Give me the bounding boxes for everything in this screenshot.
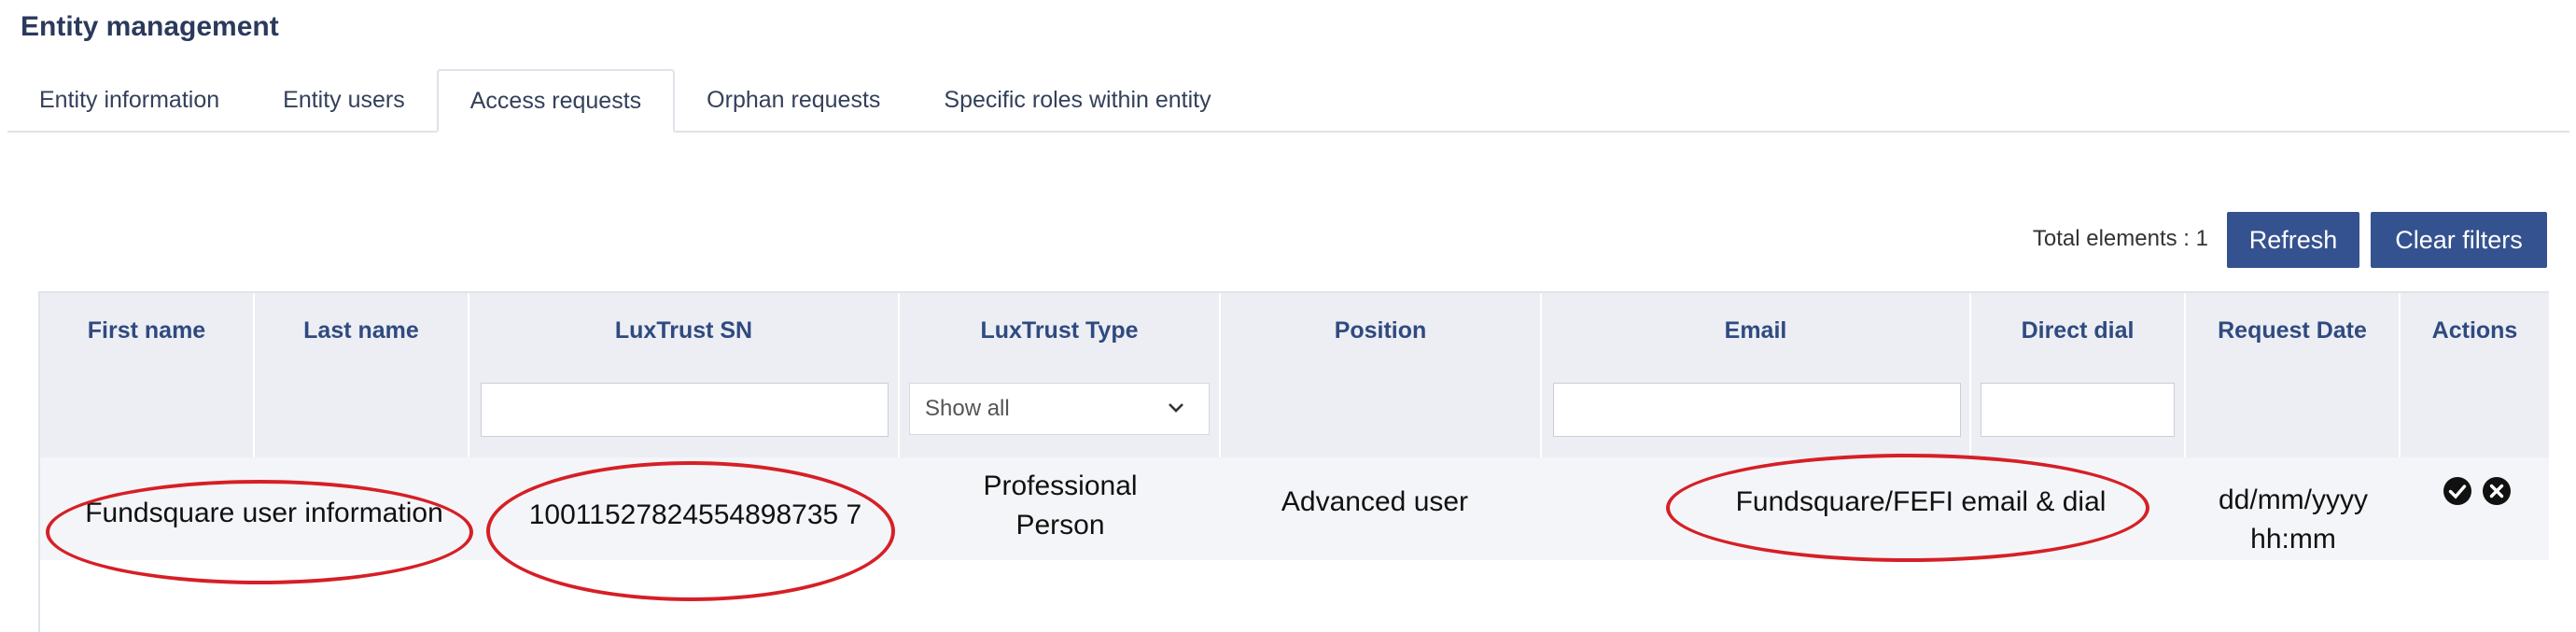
email-filter-input[interactable] (1553, 383, 1961, 437)
column-header[interactable]: Direct dial (1971, 317, 2184, 344)
request-date-line: hh:mm (2250, 524, 2336, 555)
column-header[interactable]: First name (40, 317, 253, 344)
check-circle-icon[interactable] (2443, 476, 2472, 506)
luxtrust-type-line: Professional (983, 470, 1138, 501)
column-header[interactable]: Position (1221, 317, 1540, 344)
luxtrust-type-cell: Professional Person (900, 467, 1221, 545)
col-request-date: Request Date (2186, 293, 2401, 459)
luxtrust-sn-filter-input[interactable] (481, 383, 889, 437)
page-title: Entity management (21, 11, 279, 42)
column-header[interactable]: Request Date (2186, 317, 2399, 344)
col-first-name: First name (40, 293, 255, 459)
select-value: Show all (925, 396, 1010, 421)
col-luxtrust-type: LuxTrust Type Show all (900, 293, 1221, 459)
tab-access-requests[interactable]: Access requests (436, 69, 676, 133)
table-row-empty (40, 560, 2549, 632)
col-luxtrust-sn: LuxTrust SN (469, 293, 900, 459)
position-cell: Advanced user (1281, 486, 1469, 517)
annotation-ellipse (486, 461, 895, 601)
access-requests-table: First name Last name LuxTrust SN LuxTrus… (38, 291, 2549, 632)
column-header[interactable]: Email (1542, 317, 1969, 344)
tab-specific-roles[interactable]: Specific roles within entity (912, 69, 1242, 131)
refresh-button[interactable]: Refresh (2227, 212, 2359, 268)
total-elements-label: Total elements : 1 (2032, 226, 2208, 251)
tab-entity-users[interactable]: Entity users (251, 69, 437, 131)
luxtrust-type-filter-select[interactable]: Show all (909, 383, 1210, 435)
request-date-line: dd/mm/yyyy (2218, 485, 2369, 515)
col-position: Position (1221, 293, 1542, 459)
tab-orphan-requests[interactable]: Orphan requests (675, 69, 912, 131)
request-date-cell: dd/mm/yyyy hh:mm (2186, 481, 2401, 559)
tab-bar: Entity information Entity users Access r… (7, 69, 2569, 133)
column-header: Actions (2431, 317, 2518, 344)
chevron-down-icon (1169, 403, 1183, 413)
annotation-ellipse (1666, 454, 2149, 562)
column-header[interactable]: Last name (255, 317, 468, 344)
annotation-ellipse (46, 480, 473, 584)
col-actions: Actions (2401, 293, 2549, 459)
col-last-name: Last name (255, 293, 469, 459)
tab-entity-information[interactable]: Entity information (7, 69, 251, 131)
col-direct-dial: Direct dial (1971, 293, 2186, 459)
column-header[interactable]: LuxTrust Type (900, 317, 1219, 344)
clear-filters-button[interactable]: Clear filters (2371, 212, 2547, 268)
table-header: First name Last name LuxTrust SN LuxTrus… (40, 291, 2549, 459)
luxtrust-type-line: Person (1015, 510, 1105, 541)
direct-dial-filter-input[interactable] (1981, 383, 2175, 437)
x-circle-icon[interactable] (2482, 476, 2512, 506)
col-email: Email (1542, 293, 1971, 459)
column-header[interactable]: LuxTrust SN (469, 317, 898, 344)
